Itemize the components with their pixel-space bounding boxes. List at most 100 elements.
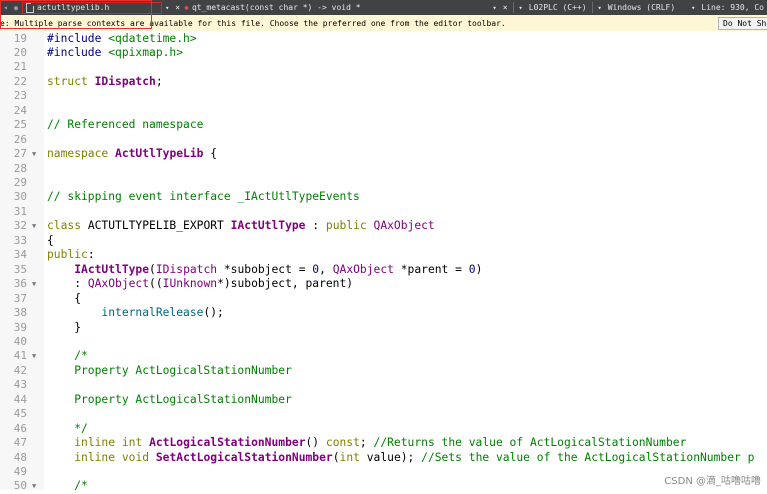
- line-number: 36: [13, 277, 27, 291]
- fold-marker-icon[interactable]: ▼: [32, 147, 36, 162]
- line-number: 35: [13, 262, 27, 276]
- line-number: 46: [13, 421, 27, 435]
- code-line[interactable]: 42 Property ActLogicalStationNumber: [0, 364, 767, 379]
- code-text: // Referenced namespace: [47, 118, 204, 132]
- code-line[interactable]: 45: [0, 407, 767, 422]
- code-text: struct IDispatch;: [47, 74, 163, 88]
- line-number: 26: [13, 132, 27, 146]
- toolbar-divider: [512, 2, 514, 13]
- code-line[interactable]: 27 ▼ namespace ActUtlTypeLib {: [0, 147, 767, 162]
- file-dropdown-icon[interactable]: ▾: [162, 0, 172, 15]
- line-number: 37: [13, 291, 27, 305]
- code-text: /*: [47, 349, 88, 363]
- code-line[interactable]: 29: [0, 176, 767, 191]
- line-number: 24: [13, 103, 27, 117]
- code-text: Property ActLogicalStationNumber: [47, 363, 292, 377]
- code-text: // skipping event interface _IActUtlType…: [47, 190, 360, 204]
- toolbar-divider: [591, 2, 593, 13]
- symbol-close-icon[interactable]: ×: [500, 0, 511, 15]
- code-line[interactable]: 38 internalRelease();: [0, 306, 767, 321]
- line-number: 48: [13, 450, 27, 464]
- code-line[interactable]: 22 struct IDispatch;: [0, 75, 767, 90]
- code-line[interactable]: 20 #include <qpixmap.h>: [0, 46, 767, 61]
- line-number: 25: [13, 118, 27, 132]
- language-selector[interactable]: L02PLC (C++): [526, 0, 590, 15]
- document-icon: [26, 2, 35, 13]
- code-line[interactable]: 40: [0, 335, 767, 350]
- code-text: Property ActLogicalStationNumber: [47, 392, 292, 406]
- close-file-icon[interactable]: ×: [172, 0, 183, 15]
- language-dropdown-icon[interactable]: ▾: [516, 0, 526, 15]
- line-number: 44: [13, 392, 27, 406]
- symbol-dropdown-icon[interactable]: ▾: [490, 0, 500, 15]
- line-number: 45: [13, 407, 27, 421]
- code-line[interactable]: 23: [0, 89, 767, 104]
- code-editor[interactable]: 19 #include <qdatetime.h> 20 #include <qpix…: [0, 31, 767, 492]
- code-line[interactable]: 31: [0, 205, 767, 220]
- code-line[interactable]: 33 {: [0, 234, 767, 249]
- code-line[interactable]: 48 inline void SetActLogicalStationNumbe…: [0, 451, 767, 466]
- line-number: 30: [13, 190, 27, 204]
- line-number: 20: [13, 45, 27, 59]
- line-number: 41: [13, 349, 27, 363]
- code-line[interactable]: 35 IActUtlType(IDispatch *subobject = 0,…: [0, 263, 767, 278]
- line-number: 31: [13, 204, 27, 218]
- line-endings-selector[interactable]: Windows (CRLF): [605, 0, 678, 15]
- cursor-position[interactable]: Line: 930, Co: [698, 0, 767, 15]
- code-text: */: [47, 421, 88, 435]
- code-line[interactable]: 41 ▼ /*: [0, 349, 767, 364]
- line-number: 50: [13, 479, 27, 493]
- code-line[interactable]: 25 // Referenced namespace: [0, 118, 767, 133]
- line-endings-dropdown-icon[interactable]: ▾: [595, 0, 605, 15]
- line-number: 27: [13, 147, 27, 161]
- code-text: /*: [47, 479, 88, 493]
- code-line[interactable]: 30 // skipping event interface _IActUtlTy…: [0, 190, 767, 205]
- code-text: #include <qdatetime.h>: [47, 31, 197, 45]
- code-line[interactable]: 37 {: [0, 292, 767, 307]
- code-text: : QAxObject((IUnknown*)subobject, parent…: [47, 277, 354, 291]
- code-line[interactable]: 36 ▼ : QAxObject((IUnknown*)subobject, pa…: [0, 277, 767, 292]
- line-number: 42: [13, 363, 27, 377]
- line-number: 34: [13, 248, 27, 262]
- fold-marker-icon[interactable]: ▼: [32, 479, 36, 494]
- do-not-show-button[interactable]: Do Not Sho: [718, 17, 767, 30]
- line-number: 28: [13, 161, 27, 175]
- code-line[interactable]: 43: [0, 378, 767, 393]
- code-line[interactable]: 44 Property ActLogicalStationNumber: [0, 393, 767, 408]
- code-line[interactable]: 49: [0, 465, 767, 480]
- position-dropdown-icon[interactable]: ▾: [688, 0, 698, 15]
- code-text: }: [47, 320, 82, 334]
- code-line[interactable]: 21: [0, 60, 767, 75]
- line-number: 19: [13, 31, 27, 45]
- code-line[interactable]: 34 public:: [0, 248, 767, 263]
- line-number: 21: [13, 60, 27, 74]
- fold-marker-icon[interactable]: ▼: [32, 277, 36, 292]
- code-text: #include <qpixmap.h>: [47, 45, 184, 59]
- code-text: {: [47, 291, 82, 305]
- code-text: class ACTUTLTYPELIB_EXPORT IActUtlType :…: [47, 219, 435, 233]
- line-number: 49: [13, 465, 27, 478]
- line-number: 43: [13, 378, 27, 392]
- code-line[interactable]: 39 }: [0, 321, 767, 336]
- code-line[interactable]: 32 ▼ class ACTUTLTYPELIB_EXPORT IActUtlTyp…: [0, 219, 767, 234]
- code-line[interactable]: 26: [0, 133, 767, 148]
- code-line[interactable]: 46 */: [0, 422, 767, 437]
- symbol-selector[interactable]: ◆ qt_metacast(const char *) -> void *: [183, 0, 363, 15]
- code-text: namespace ActUtlTypeLib {: [47, 147, 218, 161]
- code-line[interactable]: 24: [0, 104, 767, 119]
- code-line[interactable]: 19 #include <qdatetime.h>: [0, 32, 767, 47]
- line-number: 32: [13, 219, 27, 233]
- line-number: 22: [13, 74, 27, 88]
- lock-icon: ●: [13, 3, 19, 12]
- line-number: 47: [13, 436, 27, 450]
- symbol-label: qt_metacast(const char *) -> void *: [191, 3, 361, 12]
- fold-marker-icon[interactable]: ▼: [32, 349, 36, 364]
- watermark: CSDN @滴_咕噜咕噜: [664, 476, 761, 487]
- code-line[interactable]: 28: [0, 162, 767, 177]
- file-selector[interactable]: actutltypelib.h: [22, 1, 163, 14]
- back-icon[interactable]: ◂: [0, 0, 11, 15]
- line-number: 39: [13, 320, 27, 334]
- code-line[interactable]: 50 ▼ /*: [0, 479, 767, 494]
- code-line[interactable]: 47 inline int ActLogicalStationNumber() …: [0, 436, 767, 451]
- fold-marker-icon[interactable]: ▼: [32, 219, 36, 234]
